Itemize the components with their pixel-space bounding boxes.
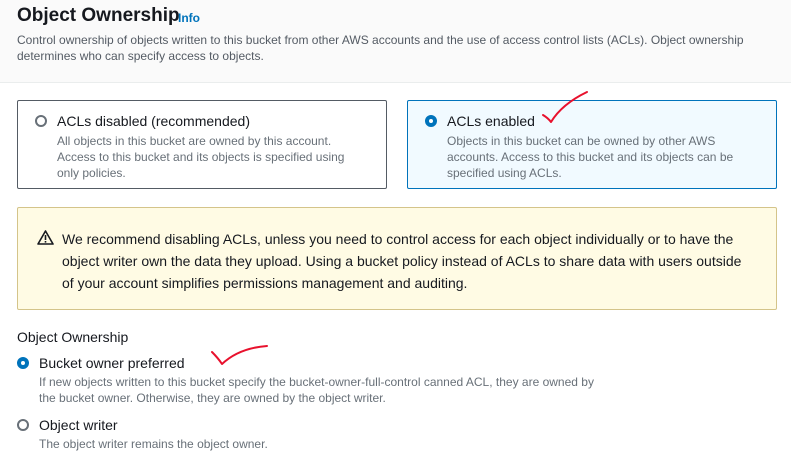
acls-disabled-label: ACLs disabled (recommended) xyxy=(57,113,250,129)
section-description: Control ownership of objects written to … xyxy=(17,33,744,63)
acls-enabled-radio[interactable] xyxy=(425,115,437,127)
acls-disabled-description: All objects in this bucket are owned by … xyxy=(57,134,345,180)
acls-enabled-description: Objects in this bucket can be owned by o… xyxy=(447,134,734,180)
object-writer-description: The object writer remains the object own… xyxy=(39,437,268,451)
acls-disabled-tile[interactable]: ACLs disabled (recommended) All objects … xyxy=(17,100,387,189)
warning-alert: We recommend disabling ACLs, unless you … xyxy=(17,207,777,310)
warning-text: We recommend disabling ACLs, unless you … xyxy=(62,231,742,291)
object-writer-label: Object writer xyxy=(39,417,118,433)
acls-disabled-radio[interactable] xyxy=(35,115,47,127)
object-writer-radio[interactable] xyxy=(17,419,29,431)
warning-triangle-icon xyxy=(37,230,54,245)
bucket-owner-preferred-label: Bucket owner preferred xyxy=(39,355,185,371)
bucket-owner-preferred-radio[interactable] xyxy=(17,357,29,369)
acls-enabled-label: ACLs enabled xyxy=(447,113,535,129)
acls-enabled-tile[interactable]: ACLs enabled Objects in this bucket can … xyxy=(407,100,777,189)
object-ownership-field-label: Object Ownership xyxy=(17,329,129,345)
bucket-owner-preferred-description: If new objects written to this bucket sp… xyxy=(39,375,594,405)
info-link[interactable]: Info xyxy=(178,11,200,25)
section-title: Object Ownership xyxy=(17,5,180,26)
section-header: Object Ownership Info Control ownership … xyxy=(0,0,791,83)
red-checkmark-annotation-icon xyxy=(211,345,268,365)
